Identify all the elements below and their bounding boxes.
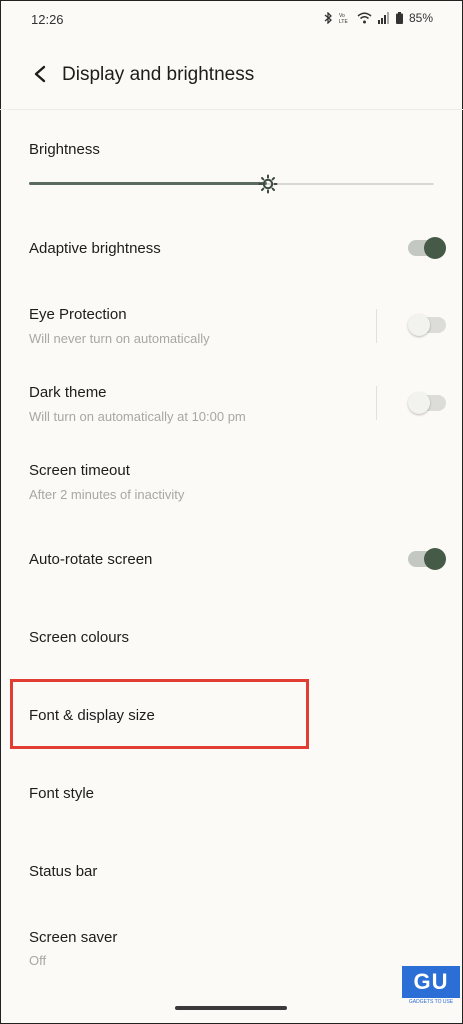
app-header: Display and brightness xyxy=(0,48,463,104)
battery-percent: 85% xyxy=(408,11,433,25)
watermark-text: GADGETS TO USE xyxy=(408,999,454,1005)
screen-saver-row[interactable] xyxy=(0,918,463,976)
brightness-label: Brightness xyxy=(29,141,100,158)
status-bar: 12:26 Vo LTE 85% xyxy=(0,0,463,38)
watermark-logo: GU GADGETS TO USE xyxy=(402,966,460,1006)
screen-timeout-title: Screen timeout xyxy=(29,462,130,479)
eye-protection-separator xyxy=(376,309,377,343)
eye-protection-subtitle: Will never turn on automatically xyxy=(29,331,210,346)
battery-icon xyxy=(395,12,403,24)
screen-colours-title: Screen colours xyxy=(29,629,130,646)
font-style-title: Font style xyxy=(29,785,95,802)
svg-text:LTE: LTE xyxy=(339,19,348,24)
toggle-knob xyxy=(424,548,446,570)
brightness-slider-track xyxy=(267,183,434,185)
dark-theme-title: Dark theme xyxy=(29,384,107,401)
watermark-mark: GU xyxy=(402,966,460,998)
brightness-sun-thumb-icon[interactable] xyxy=(258,174,278,194)
screen-saver-subtitle: Off xyxy=(29,953,47,968)
toggle-knob xyxy=(408,392,430,414)
volte-icon: VoLTE xyxy=(339,13,348,24)
back-button[interactable] xyxy=(26,60,54,88)
home-indicator[interactable] xyxy=(175,1006,287,1010)
toggle-knob xyxy=(408,314,430,336)
status-icons: Vo LTE 85% xyxy=(324,11,433,25)
screen-saver-title: Screen saver xyxy=(29,929,118,946)
eye-protection-title: Eye Protection xyxy=(29,306,127,323)
status-time: 12:26 xyxy=(31,12,64,27)
highlight-box xyxy=(10,679,309,749)
back-arrow-icon xyxy=(34,65,46,83)
dark-theme-separator xyxy=(376,386,377,420)
auto-rotate-toggle[interactable] xyxy=(408,548,446,570)
eye-protection-toggle[interactable] xyxy=(408,314,446,336)
bluetooth-icon xyxy=(324,12,332,24)
dark-theme-subtitle: Will turn on automatically at 10:00 pm xyxy=(29,409,246,424)
wifi-icon xyxy=(357,12,372,24)
toggle-knob xyxy=(424,237,446,259)
page-title: Display and brightness xyxy=(62,64,255,85)
adaptive-brightness-title: Adaptive brightness xyxy=(29,240,161,257)
signal-icon xyxy=(377,12,389,24)
status-bar-title: Status bar xyxy=(29,863,98,880)
dark-theme-toggle[interactable] xyxy=(408,392,446,414)
header-divider xyxy=(0,109,463,110)
brightness-slider-fill xyxy=(29,182,267,185)
adaptive-brightness-toggle[interactable] xyxy=(408,237,446,259)
screen-timeout-subtitle: After 2 minutes of inactivity xyxy=(29,487,185,502)
auto-rotate-title: Auto-rotate screen xyxy=(29,551,153,568)
